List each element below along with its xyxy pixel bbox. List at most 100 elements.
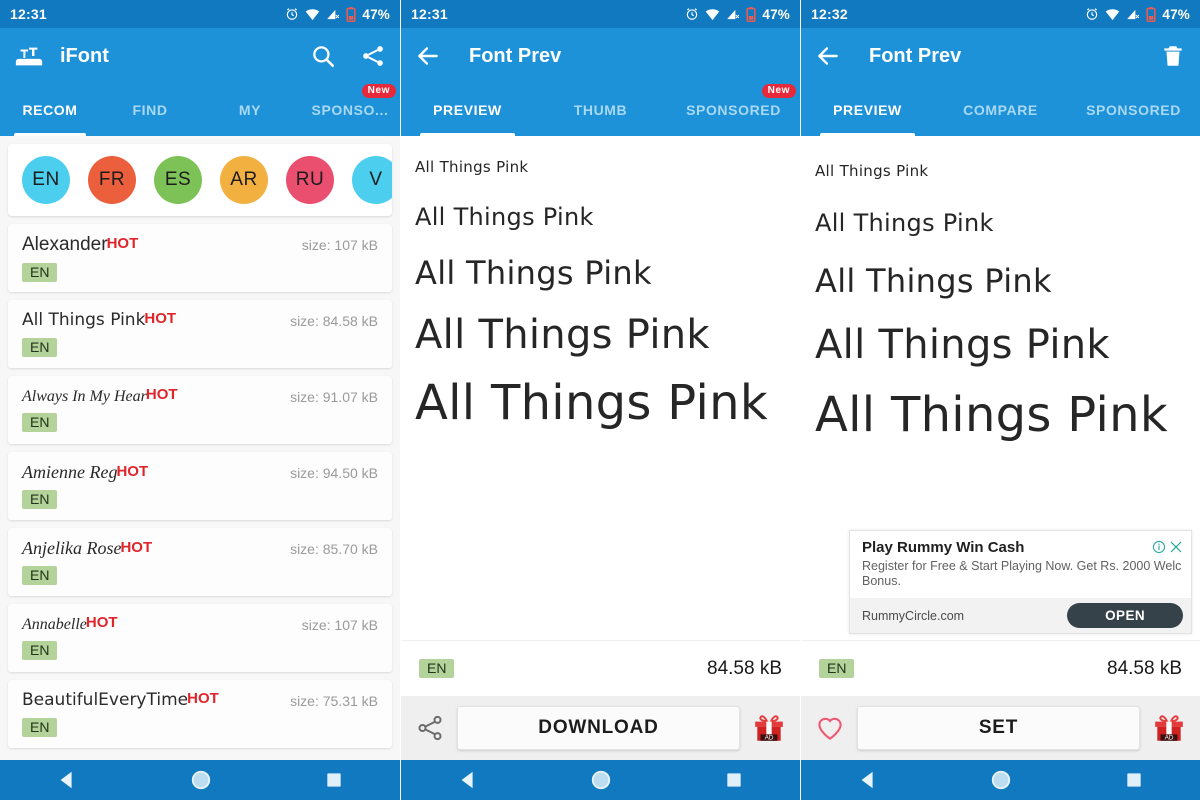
share-icon[interactable] <box>360 43 386 69</box>
sponsored-ad-banner[interactable]: Play Rummy Win Cash Register for Free & … <box>849 529 1192 634</box>
tab-bar: RECOM FIND MY SPONSO... New <box>0 84 400 136</box>
font-meta-footer: EN 84.58 kB <box>801 640 1200 696</box>
language-tag: EN <box>22 337 58 357</box>
font-name-text: BeautifulEveryTime <box>22 690 189 710</box>
preview-line-2: All Things Pink <box>815 209 994 237</box>
language-filter-strip[interactable]: EN FR ES AR RU V <box>8 144 392 216</box>
nav-home-icon[interactable] <box>190 769 212 791</box>
preview-line-5: All Things Pink <box>815 387 1168 443</box>
font-row-header: AlexanderHOT size: 107 kB <box>22 234 378 256</box>
font-size: size: 75.31 kB <box>290 693 378 709</box>
nav-back-icon[interactable] <box>857 769 879 791</box>
download-button[interactable]: DOWNLOAD <box>457 706 740 750</box>
tab-sponsored[interactable]: SPONSO... New <box>300 84 400 136</box>
language-chip-ru[interactable]: RU <box>286 156 334 204</box>
status-time: 12:31 <box>10 6 47 22</box>
font-name: All Things PinkHOT <box>22 310 176 331</box>
language-chip-label: FR <box>98 169 126 190</box>
battery-percent: 47% <box>362 6 390 22</box>
language-chip-fr[interactable]: FR <box>88 156 136 204</box>
status-icon-group: 47% <box>1085 6 1190 22</box>
table-row[interactable]: Anjelika RoseHOT size: 85.70 kB EN <box>8 528 392 596</box>
gift-ad-icon[interactable]: AD <box>1152 711 1186 745</box>
tab-sponsored-label: SPONSO... <box>311 102 389 118</box>
svg-text:AD: AD <box>765 735 774 742</box>
language-chip-en[interactable]: EN <box>22 156 70 204</box>
hot-badge: HOT <box>85 614 118 631</box>
tab-my[interactable]: MY <box>200 84 300 136</box>
tab-find[interactable]: FIND <box>100 84 200 136</box>
screenshot-triptych: 12:31 47% iFont RECOM FIND MY SPONSO... … <box>0 0 1200 800</box>
language-chip-ar[interactable]: AR <box>220 156 268 204</box>
tab-preview[interactable]: PREVIEW <box>801 84 934 136</box>
heart-icon[interactable] <box>815 713 845 743</box>
nav-back-icon[interactable] <box>457 769 479 791</box>
set-button[interactable]: SET <box>857 706 1140 750</box>
table-row[interactable]: AlexanderHOT size: 107 kB EN <box>8 224 392 292</box>
status-time: 12:31 <box>411 6 448 22</box>
nav-recents-icon[interactable] <box>1124 770 1144 790</box>
ad-icon-group <box>1152 539 1183 554</box>
tab-preview-label: PREVIEW <box>833 102 902 118</box>
table-row[interactable]: AnnabelleHOT size: 107 kB EN <box>8 604 392 672</box>
language-chip-partial[interactable]: V <box>352 156 392 204</box>
nav-home-icon[interactable] <box>990 769 1012 791</box>
language-chip-es[interactable]: ES <box>154 156 202 204</box>
tab-my-label: MY <box>238 102 262 118</box>
nav-home-icon[interactable] <box>590 769 612 791</box>
battery-low-icon <box>1146 6 1156 22</box>
system-nav-bar <box>401 760 800 800</box>
screen-recom: 12:31 47% iFont RECOM FIND MY SPONSO... … <box>0 0 400 800</box>
font-size: size: 84.58 kB <box>290 313 378 329</box>
ad-open-button[interactable]: OPEN <box>1067 603 1183 628</box>
font-name-text: Alexander <box>22 234 108 255</box>
nav-recents-icon[interactable] <box>324 770 344 790</box>
font-file-size: 84.58 kB <box>1107 657 1182 679</box>
table-row[interactable]: Always In My HearHOT size: 91.07 kB EN <box>8 376 392 444</box>
trash-icon[interactable] <box>1160 43 1186 69</box>
tab-recom-label: RECOM <box>22 102 78 118</box>
alarm-icon <box>287 8 298 20</box>
font-size: size: 91.07 kB <box>290 389 378 405</box>
battery-low-icon <box>746 6 756 22</box>
battery-percent: 47% <box>762 6 790 22</box>
tab-sponsored[interactable]: SPONSORED New <box>667 84 800 136</box>
svg-text:AD: AD <box>1165 735 1174 742</box>
tab-thumb[interactable]: THUMB <box>534 84 667 136</box>
recom-content: EN FR ES AR RU V AlexanderHOT size: 107 … <box>0 136 400 760</box>
nav-recents-icon[interactable] <box>724 770 744 790</box>
font-row-header: Always In My HearHOT size: 91.07 kB <box>22 386 378 406</box>
alarm-icon <box>687 8 698 20</box>
mobile-signal-off-icon <box>327 9 340 19</box>
search-icon[interactable] <box>310 43 336 69</box>
preview-line-3: All Things Pink <box>815 262 1052 300</box>
set-button-label: SET <box>978 717 1019 738</box>
language-tag: EN <box>419 659 455 678</box>
tab-sponsored[interactable]: SPONSORED <box>1067 84 1200 136</box>
back-arrow-icon[interactable] <box>415 43 441 69</box>
font-size: size: 107 kB <box>301 617 378 633</box>
screen-font-preview-set: 12:32 47% Font Prev PREVIEW COMPARE SPON… <box>800 0 1200 800</box>
tab-preview[interactable]: PREVIEW <box>401 84 534 136</box>
font-name: Always In My HearHOT <box>22 386 178 406</box>
language-chip-label: V <box>369 169 383 190</box>
table-row[interactable]: All Things PinkHOT size: 84.58 kB EN <box>8 300 392 368</box>
tab-compare[interactable]: COMPARE <box>934 84 1067 136</box>
ad-info-icon[interactable] <box>1152 540 1166 554</box>
tab-recom[interactable]: RECOM <box>0 84 100 136</box>
tab-find-label: FIND <box>132 102 168 118</box>
ifont-logo-icon <box>15 47 43 66</box>
system-nav-bar <box>0 760 400 800</box>
gift-ad-icon[interactable]: AD <box>752 711 786 745</box>
mobile-signal-off-icon <box>1127 9 1140 19</box>
back-arrow-icon[interactable] <box>815 43 841 69</box>
hot-badge: HOT <box>145 386 178 403</box>
ad-close-icon[interactable] <box>1169 540 1183 554</box>
table-row[interactable]: BeautifulEveryTimeHOT size: 75.31 kB EN <box>8 680 392 748</box>
share-icon[interactable] <box>415 713 445 743</box>
alarm-icon <box>1087 8 1098 20</box>
table-row[interactable]: Amienne RegHOT size: 94.50 kB EN <box>8 452 392 520</box>
nav-back-icon[interactable] <box>56 769 78 791</box>
tab-compare-label: COMPARE <box>963 102 1038 118</box>
preview-content: All Things Pink All Things Pink All Thin… <box>801 136 1200 696</box>
